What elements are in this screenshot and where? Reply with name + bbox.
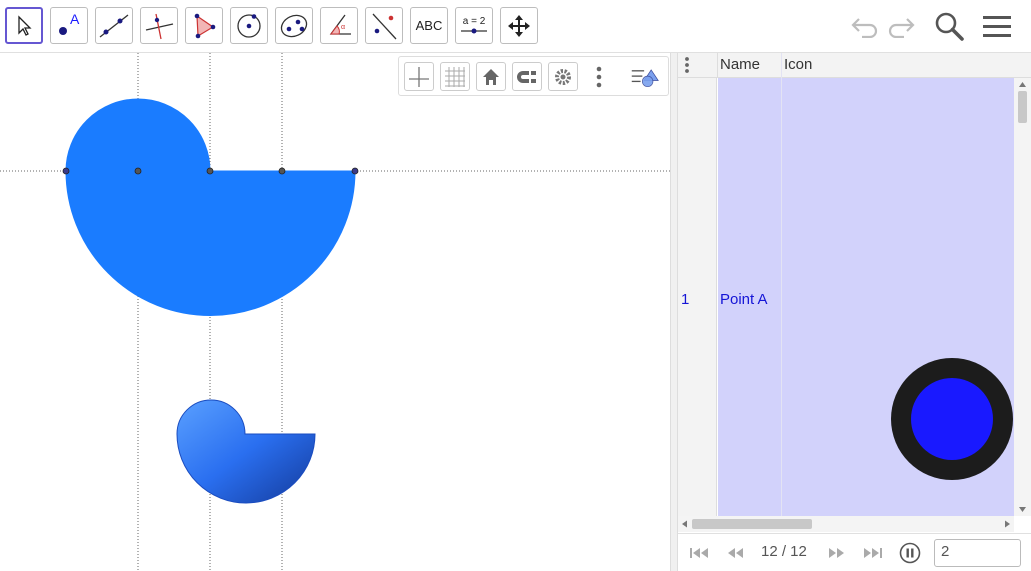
previous-step-icon [728,548,743,558]
slider-tool-icon: a = 2 [459,16,489,35]
more-vertical-icon [596,66,602,87]
point-tool-button[interactable]: A [50,7,88,44]
polygon-tool-icon [194,13,216,38]
navigation-bar: 12 / 12 2 [678,533,1031,571]
last-step-button[interactable] [860,542,886,564]
more-vertical-icon [685,57,689,73]
point-capturing-icon [517,70,536,83]
menu-icon [983,16,1011,37]
more-options-button[interactable] [584,62,614,91]
undo-icon [851,18,878,38]
line-tool-button[interactable] [95,7,133,44]
axes-icon [409,66,429,87]
point-marker[interactable] [351,167,359,175]
move-graphics-view-button[interactable] [500,7,538,44]
graphics-settings-button[interactable] [548,62,578,91]
angle-tool-button[interactable]: α [320,7,358,44]
toggle-style-bar-icon [631,68,659,87]
horizontal-scrollbar[interactable] [678,516,1014,532]
first-step-icon [690,548,708,558]
ellipse-tool-icon [280,14,308,37]
step-indicator: 12 / 12 [761,543,807,560]
first-step-button[interactable] [686,542,712,564]
column-header-name[interactable]: Name [720,53,760,77]
point-tool-label: A [70,11,80,27]
polygon-tool-button[interactable] [185,7,223,44]
column-menu-button[interactable] [684,53,704,77]
table-row[interactable]: Point A [718,53,1014,516]
view-splitter[interactable] [670,53,678,571]
text-tool-button[interactable]: ABC [410,7,448,44]
row-index: 1 [681,291,690,308]
circle-tool-button[interactable] [230,7,268,44]
protocol-header: Name Icon [678,53,1031,78]
spiral-shape-3d-preview [176,399,316,504]
slider-tool-button[interactable]: a = 2 [455,7,493,44]
point-icon [891,358,1013,480]
ellipse-tool-button[interactable] [275,7,313,44]
line-tool-icon [99,13,129,38]
row-header: 1 [678,78,717,516]
reflect-tool-icon [372,13,397,39]
point-marker[interactable] [62,167,70,175]
main-toolbar: A α ABC a = 2 [0,0,1031,53]
redo-button[interactable] [884,10,918,42]
search-icon [935,12,964,41]
graphics-view[interactable] [0,53,670,571]
svg-text:α: α [341,24,345,31]
point-marker[interactable] [134,167,142,175]
grid-toggle-button[interactable] [440,62,470,91]
construction-protocol: Name Icon 1 Point A 12 / 12 2 [678,53,1031,571]
play-pause-button[interactable] [897,542,923,564]
speed-input[interactable]: 2 [934,539,1021,567]
column-header-icon[interactable]: Icon [784,53,812,77]
graphics-canvas [0,53,670,571]
graphics-style-bar [398,56,669,96]
text-tool-icon: ABC [415,18,443,33]
point-marker[interactable] [206,167,214,175]
undo-button[interactable] [848,10,882,42]
reflect-tool-button[interactable] [365,7,403,44]
point-marker[interactable] [278,167,286,175]
toggle-style-bar-button[interactable] [630,62,660,91]
home-icon [483,68,499,85]
perpendicular-line-tool-icon [145,13,174,39]
next-step-button[interactable] [824,542,850,564]
redo-icon [888,18,915,38]
angle-tool-icon: α [329,14,351,35]
row-name-cell: Point A [720,291,768,308]
next-step-icon [829,548,844,558]
circle-tool-icon [237,13,261,38]
vertical-scrollbar[interactable] [1014,78,1031,516]
move-tool-icon [18,14,32,36]
settings-icon [555,68,571,85]
slider-tool-label: a = 2 [462,16,486,27]
move-tool-button[interactable] [5,7,43,44]
point-tool-icon [59,26,67,35]
last-step-icon [864,548,882,558]
perpendicular-line-tool-button[interactable] [140,7,178,44]
pause-icon [899,542,921,564]
move-graphics-view-icon [508,14,530,37]
axes-toggle-button[interactable] [404,62,434,91]
search-button[interactable] [932,10,966,42]
previous-step-button[interactable] [722,542,748,564]
point-capturing-button[interactable] [512,62,542,91]
menu-button[interactable] [980,10,1014,42]
standard-view-button[interactable] [476,62,506,91]
grid-icon [445,66,465,87]
